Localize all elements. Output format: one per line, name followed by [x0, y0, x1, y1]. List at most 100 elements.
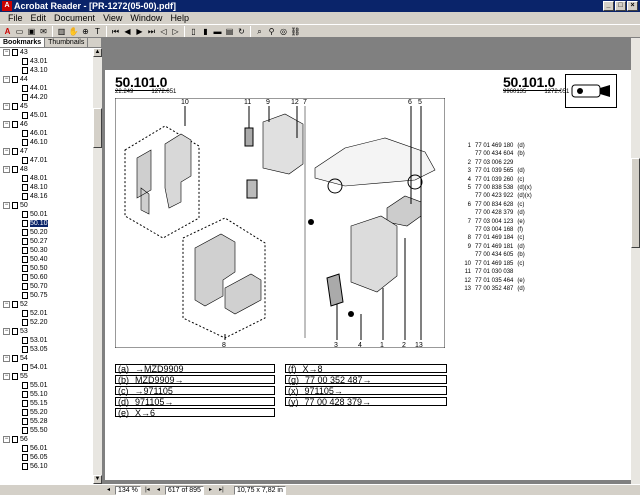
close-button[interactable]: ×: [627, 1, 638, 11]
bookmark-item[interactable]: 48.01: [0, 174, 93, 183]
bookmark-group[interactable]: − 55: [0, 372, 93, 381]
menu-document[interactable]: Document: [50, 12, 99, 24]
page-indicator[interactable]: 617 of 895: [164, 485, 204, 495]
bookmark-group[interactable]: − 53: [0, 327, 93, 336]
menu-file[interactable]: File: [4, 12, 27, 24]
bookmark-item[interactable]: 50.01: [0, 210, 93, 219]
bookmark-item[interactable]: 56.01: [0, 444, 93, 453]
collapse-icon[interactable]: −: [3, 300, 10, 308]
bookmark-item[interactable]: 56.05: [0, 453, 93, 462]
zoom-level[interactable]: 134 %: [115, 485, 141, 495]
bookmark-group[interactable]: − 47: [0, 147, 93, 156]
scroll-thumb[interactable]: [93, 108, 102, 148]
page-scroll-thumb[interactable]: [631, 158, 640, 248]
collapse-icon[interactable]: −: [3, 201, 10, 209]
bookmark-group[interactable]: − 54: [0, 354, 93, 363]
minimize-button[interactable]: _: [603, 1, 614, 11]
bookmark-item[interactable]: 50.70: [0, 282, 93, 291]
bookmark-item[interactable]: 55.50: [0, 426, 93, 435]
bookmark-item[interactable]: 47.01: [0, 156, 93, 165]
collapse-icon[interactable]: −: [3, 147, 10, 155]
collapse-icon[interactable]: −: [3, 75, 10, 83]
prev-page-icon[interactable]: ◀: [122, 26, 133, 37]
bookmark-group[interactable]: − 44: [0, 75, 93, 84]
search-icon[interactable]: ⚲: [266, 26, 277, 37]
scroll-down-button[interactable]: ▼: [93, 475, 102, 484]
bookmark-group[interactable]: − 56: [0, 435, 93, 444]
select-text-icon[interactable]: T: [92, 26, 103, 37]
bookmark-group[interactable]: − 52: [0, 300, 93, 309]
forward-icon[interactable]: ▷: [170, 26, 181, 37]
bookmark-item[interactable]: 55.01: [0, 381, 93, 390]
zoom-menu-icon[interactable]: ◂: [104, 486, 113, 495]
menu-edit[interactable]: Edit: [27, 12, 51, 24]
back-icon[interactable]: ◁: [158, 26, 169, 37]
bookmark-item[interactable]: 55.15: [0, 399, 93, 408]
bookmark-group[interactable]: − 50: [0, 201, 93, 210]
bookmark-item[interactable]: 48.10: [0, 183, 93, 192]
bookmark-item[interactable]: 44.01: [0, 84, 93, 93]
bookmark-item[interactable]: 53.05: [0, 345, 93, 354]
maximize-button[interactable]: □: [615, 1, 626, 11]
bookmark-item[interactable]: 55.28: [0, 417, 93, 426]
open-icon[interactable]: A: [2, 26, 13, 37]
collapse-icon[interactable]: −: [3, 354, 10, 362]
bookmark-item[interactable]: 46.10: [0, 138, 93, 147]
tab-thumbnails[interactable]: Thumbnails: [45, 38, 89, 47]
thumbnail-icon[interactable]: ▥: [56, 26, 67, 37]
first-page-icon[interactable]: ⏮: [110, 26, 121, 37]
bookmark-item[interactable]: 50.60: [0, 273, 93, 282]
menu-window[interactable]: Window: [126, 12, 166, 24]
continuous-icon[interactable]: ▤: [224, 26, 235, 37]
print-icon[interactable]: ▭: [14, 26, 25, 37]
bookmark-item[interactable]: 55.10: [0, 390, 93, 399]
bookmark-scrollbar[interactable]: ▲ ▼: [93, 48, 102, 484]
bookmark-item[interactable]: 43.10: [0, 66, 93, 75]
fit-width-icon[interactable]: ▬: [212, 26, 223, 37]
bookmark-item[interactable]: 50.10: [0, 219, 93, 228]
find-icon[interactable]: ⌕: [254, 26, 265, 37]
collapse-icon[interactable]: −: [3, 165, 10, 173]
tab-bookmarks[interactable]: Bookmarks: [0, 38, 46, 47]
email-icon[interactable]: ✉: [38, 26, 49, 37]
collapse-icon[interactable]: −: [3, 327, 10, 335]
bookmark-item[interactable]: 50.27: [0, 237, 93, 246]
zoom-icon[interactable]: ⊕: [80, 26, 91, 37]
bookmark-item[interactable]: 50.40: [0, 255, 93, 264]
bookmark-item[interactable]: 52.20: [0, 318, 93, 327]
collapse-icon[interactable]: −: [3, 372, 10, 380]
bookmark-item[interactable]: 52.01: [0, 309, 93, 318]
collapse-icon[interactable]: −: [3, 435, 10, 443]
bookmark-item[interactable]: 44.20: [0, 93, 93, 102]
menu-view[interactable]: View: [99, 12, 126, 24]
bookmark-item[interactable]: 54.01: [0, 363, 93, 372]
rotate-icon[interactable]: ↻: [236, 26, 247, 37]
status-prev-page-icon[interactable]: ◂: [154, 486, 163, 495]
link-icon[interactable]: ⛓: [290, 26, 301, 37]
bookmark-item[interactable]: 50.50: [0, 264, 93, 273]
actual-size-icon[interactable]: ▯: [188, 26, 199, 37]
menu-help[interactable]: Help: [166, 12, 193, 24]
bookmark-item[interactable]: 56.10: [0, 462, 93, 471]
save-icon[interactable]: ▣: [26, 26, 37, 37]
collapse-icon[interactable]: −: [3, 48, 10, 56]
collapse-icon[interactable]: −: [3, 120, 10, 128]
bookmark-item[interactable]: 43.01: [0, 57, 93, 66]
bookmark-group[interactable]: − 48: [0, 165, 93, 174]
hand-icon[interactable]: ✋: [68, 26, 79, 37]
fit-page-icon[interactable]: ▮: [200, 26, 211, 37]
status-next-page-icon[interactable]: ▸: [206, 486, 215, 495]
bookmark-group[interactable]: − 43: [0, 48, 93, 57]
bookmark-item[interactable]: 53.01: [0, 336, 93, 345]
next-page-icon[interactable]: ▶: [134, 26, 145, 37]
bookmark-item[interactable]: 55.20: [0, 408, 93, 417]
bookmark-item[interactable]: 50.20: [0, 228, 93, 237]
collapse-icon[interactable]: −: [3, 102, 10, 110]
web-icon[interactable]: ◎: [278, 26, 289, 37]
bookmark-item[interactable]: 50.75: [0, 291, 93, 300]
bookmark-group[interactable]: − 46: [0, 120, 93, 129]
page-scrollbar[interactable]: [631, 38, 640, 484]
status-first-page-icon[interactable]: |◂: [143, 486, 152, 495]
bookmark-item[interactable]: 48.16: [0, 192, 93, 201]
status-last-page-icon[interactable]: ▸|: [217, 486, 226, 495]
